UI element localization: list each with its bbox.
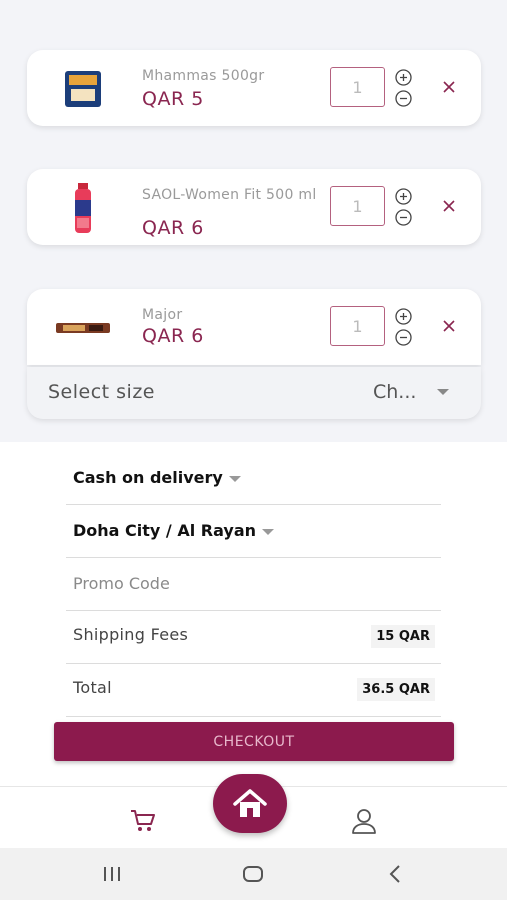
checkout-button[interactable]: CHECKOUT [54, 722, 454, 761]
plus-circle-icon[interactable] [393, 186, 413, 206]
system-navigation-bar [0, 848, 507, 900]
home-system-icon[interactable] [239, 861, 267, 887]
cart-item: Major QAR 6 1 [27, 289, 481, 365]
plus-circle-icon[interactable] [393, 67, 413, 87]
total-label: Total [73, 678, 112, 697]
home-button[interactable] [213, 774, 287, 833]
quantity-field[interactable]: 1 [330, 186, 385, 226]
product-price: QAR 6 [142, 325, 204, 347]
rice-bag-icon [55, 64, 111, 114]
juice-bottle-icon [55, 183, 111, 233]
payment-method-value: Cash on delivery [73, 468, 223, 487]
product-name: Mhammas 500gr [142, 68, 265, 84]
user-icon[interactable] [348, 805, 380, 837]
shipping-fees-value: 15 QAR [371, 625, 435, 648]
remove-item-icon[interactable] [439, 316, 459, 336]
location-dropdown[interactable]: Doha City / Al Rayan [66, 505, 441, 558]
quantity-field[interactable]: 1 [330, 67, 385, 107]
cart-icon[interactable] [127, 805, 159, 837]
shipping-fees-row: Shipping Fees 15 QAR [66, 611, 441, 664]
size-selector-value: Ch... [373, 381, 417, 403]
minus-circle-icon[interactable] [393, 88, 413, 108]
promo-code-placeholder: Promo Code [73, 574, 170, 593]
home-icon [233, 788, 267, 817]
plus-circle-icon[interactable] [393, 306, 413, 326]
cart-item: Mhammas 500gr QAR 5 1 [27, 50, 481, 126]
product-price: QAR 5 [142, 88, 204, 110]
minus-circle-icon[interactable] [393, 207, 413, 227]
total-row: Total 36.5 QAR [66, 664, 441, 717]
chevron-down-icon [228, 475, 241, 482]
cart-item: SAOL-Women Fit 500 ml QAR 6 1 [27, 169, 481, 245]
shipping-fees-label: Shipping Fees [73, 625, 189, 644]
product-name: SAOL-Women Fit 500 ml [142, 187, 317, 203]
back-icon[interactable] [381, 861, 409, 887]
minus-circle-icon[interactable] [393, 327, 413, 347]
payment-method-dropdown[interactable]: Cash on delivery [66, 452, 441, 505]
size-selector[interactable]: Select size Ch... [27, 367, 481, 419]
chevron-down-icon [262, 528, 274, 535]
total-value: 36.5 QAR [357, 678, 435, 701]
remove-item-icon[interactable] [439, 196, 459, 216]
quantity-field[interactable]: 1 [330, 306, 385, 346]
product-price: QAR 6 [142, 217, 204, 239]
promo-code-field[interactable]: Promo Code [66, 558, 441, 611]
product-name: Major [142, 307, 183, 323]
chevron-down-icon [437, 389, 449, 395]
size-selector-label: Select size [48, 381, 155, 403]
location-value: Doha City / Al Rayan [73, 521, 256, 540]
snack-bar-icon [55, 303, 111, 353]
remove-item-icon[interactable] [439, 77, 459, 97]
recent-apps-icon[interactable] [98, 861, 126, 887]
